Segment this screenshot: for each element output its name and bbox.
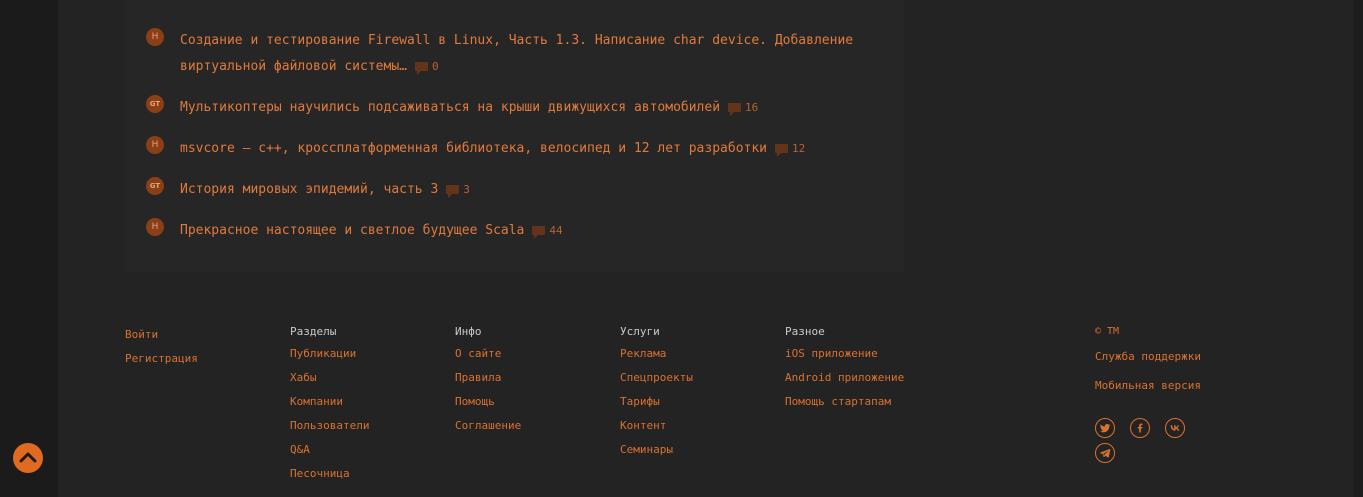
footer-link-special-projects[interactable]: Спецпроекты (620, 366, 693, 390)
footer-link-ads[interactable]: Реклама (620, 342, 693, 366)
footer-misc: Разное iOS приложение Android приложение… (785, 322, 904, 414)
footer-link-companies[interactable]: Компании (290, 390, 369, 414)
page: Н Создание и тестирование Firewall в Lin… (0, 0, 1363, 497)
footer-link-rules[interactable]: Правила (455, 366, 521, 390)
footer-link-startups[interactable]: Помощь стартапам (785, 390, 904, 414)
comments-counter[interactable]: 3 (446, 177, 470, 203)
mobile-version-link[interactable]: Мобильная версия (1095, 371, 1201, 400)
post-title-link[interactable]: msvcore – c++, кроссплатформенная библио… (180, 141, 767, 156)
footer-link-users[interactable]: Пользователи (290, 414, 369, 438)
comment-icon (532, 226, 546, 239)
footer-services: Услуги Реклама Спецпроекты Тарифы Контен… (620, 322, 693, 462)
right-gutter (1354, 0, 1363, 497)
post-title-link[interactable]: Создание и тестирование Firewall в Linux… (180, 33, 853, 74)
comments-counter[interactable]: 12 (775, 136, 805, 162)
vk-icon (1170, 425, 1180, 431)
chevron-up-icon (19, 452, 37, 463)
login-link[interactable]: Войти (125, 323, 198, 347)
footer-link-qa[interactable]: Q&A (290, 438, 369, 462)
footer-misc-title: Разное (785, 325, 825, 338)
footer-link-about[interactable]: О сайте (455, 342, 521, 366)
register-link[interactable]: Регистрация (125, 347, 198, 371)
facebook-button[interactable] (1130, 418, 1150, 438)
comments-counter[interactable]: 16 (728, 95, 758, 121)
footer-services-title: Услуги (620, 325, 660, 338)
comments-counter[interactable]: 0 (414, 54, 439, 80)
footer-link-pricing[interactable]: Тарифы (620, 390, 693, 414)
copyright-text: © TM (1095, 326, 1120, 337)
footer-link-agreement[interactable]: Соглашение (455, 414, 521, 438)
comments-count: 12 (792, 142, 806, 155)
footer-info: Инфо О сайте Правила Помощь Соглашение (455, 322, 521, 438)
comments-counter[interactable]: 44 (532, 218, 563, 244)
footer-link-sandbox[interactable]: Песочница (290, 462, 369, 486)
telegram-icon (1099, 449, 1111, 458)
twitter-icon (1099, 423, 1111, 433)
post-title-link[interactable]: История мировых эпидемий, часть 3 (180, 182, 438, 197)
footer-link-ios-app[interactable]: iOS приложение (785, 342, 904, 366)
post-title-link[interactable]: Мультикоптеры научились подсаживаться на… (180, 100, 720, 115)
comments-count: 44 (549, 224, 563, 237)
comments-count: 3 (463, 183, 470, 196)
comment-icon (414, 62, 428, 75)
hub-icon: GT (146, 177, 164, 195)
footer-tm: © TM Служба поддержки Мобильная версия (1095, 322, 1201, 400)
vk-button[interactable] (1165, 418, 1185, 438)
scroll-to-top-button[interactable] (13, 443, 43, 473)
hub-icon: GT (146, 95, 164, 113)
footer-link-content[interactable]: Контент (620, 414, 693, 438)
footer-link-android-app[interactable]: Android приложение (785, 366, 904, 390)
footer-sections: Разделы Публикации Хабы Компании Пользов… (290, 322, 369, 486)
footer-link-publications[interactable]: Публикации (290, 342, 369, 366)
facebook-icon (1137, 423, 1143, 433)
comments-count: 16 (745, 101, 759, 114)
footer-link-hubs[interactable]: Хабы (290, 366, 369, 390)
support-link[interactable]: Служба поддержки (1095, 342, 1201, 371)
footer-link-help[interactable]: Помощь (455, 390, 521, 414)
hub-icon: Н (146, 28, 164, 46)
post-title-link[interactable]: Прекрасное настоящее и светлое будущее S… (180, 223, 524, 238)
footer-info-title: Инфо (455, 325, 482, 338)
comment-icon (775, 144, 788, 157)
comments-count: 0 (431, 60, 439, 73)
telegram-button[interactable] (1095, 443, 1115, 463)
hub-icon: Н (146, 218, 164, 236)
twitter-button[interactable] (1095, 418, 1115, 438)
footer-link-seminars[interactable]: Семинары (620, 438, 693, 462)
footer-sections-title: Разделы (290, 325, 337, 338)
comment-icon (728, 103, 742, 116)
footer-auth: Войти Регистрация (125, 323, 198, 371)
comment-icon (446, 185, 460, 198)
hub-icon: Н (146, 136, 164, 154)
